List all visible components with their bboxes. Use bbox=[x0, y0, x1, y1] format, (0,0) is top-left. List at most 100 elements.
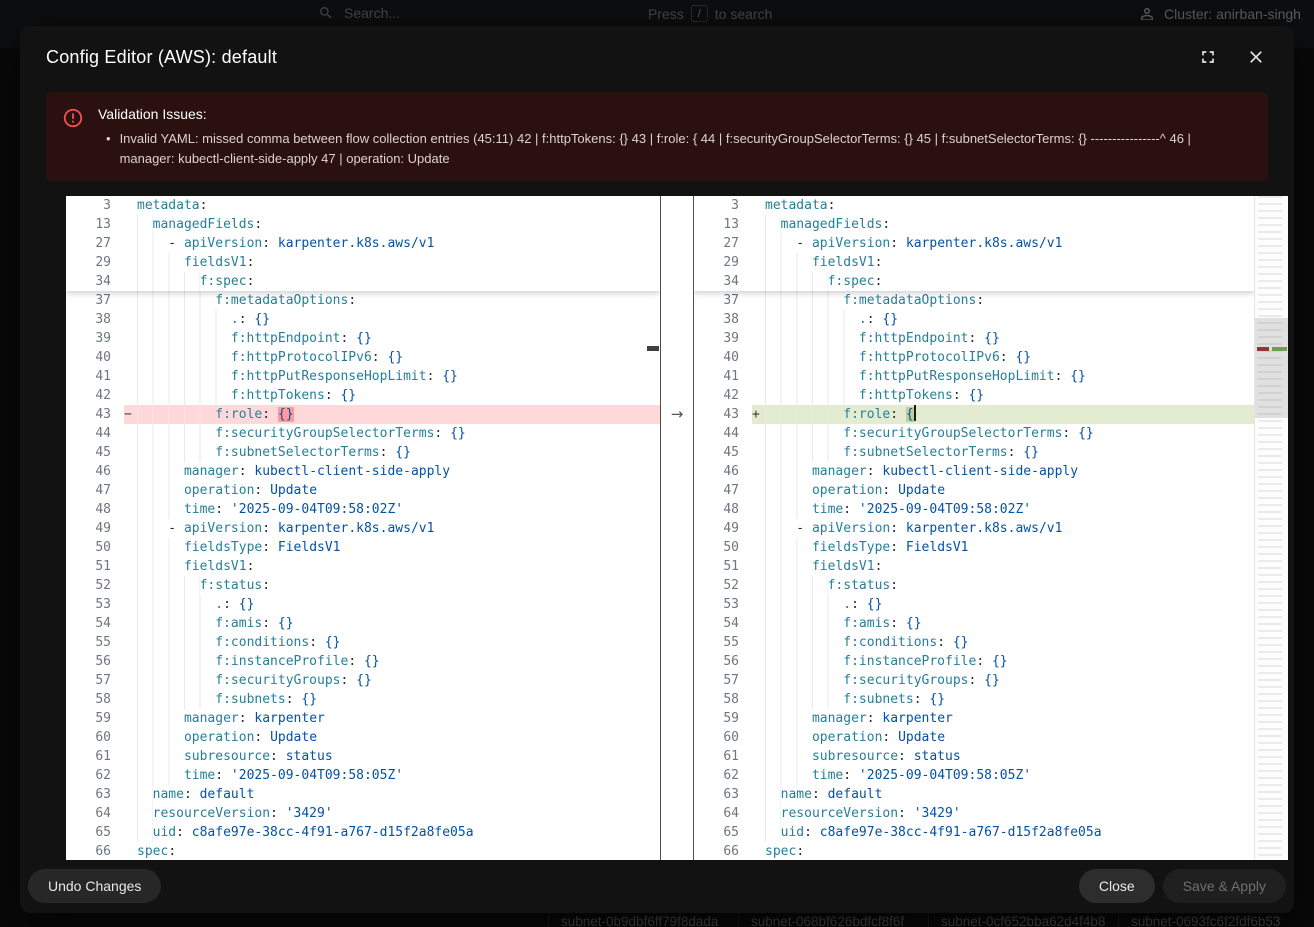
code-line[interactable]: 41 f:httpPutResponseHopLimit: {} bbox=[694, 367, 1254, 386]
code-line[interactable]: 40 f:httpProtocolIPv6: {} bbox=[694, 348, 1254, 367]
code-line[interactable]: 65 uid: c8afe97e-38cc-4f91-a767-d15f2a8f… bbox=[694, 823, 1254, 842]
token: : bbox=[937, 635, 953, 650]
code-line[interactable]: 54 f:amis: {} bbox=[66, 614, 660, 633]
sticky-line[interactable]: 3 metadata: bbox=[66, 196, 660, 215]
code-line[interactable]: 51 fieldsV1: bbox=[694, 557, 1254, 576]
diff-sign bbox=[124, 234, 137, 253]
sticky-line[interactable]: 29 fieldsV1: bbox=[694, 253, 1254, 272]
code-line[interactable]: 59 manager: karpenter bbox=[694, 709, 1254, 728]
code-line[interactable]: 37 f:metadataOptions: bbox=[66, 291, 660, 310]
code-text: - apiVersion: karpenter.k8s.aws/v1 bbox=[137, 234, 434, 253]
code-line[interactable]: 58 f:subnets: {} bbox=[66, 690, 660, 709]
code-line[interactable]: 57 f:securityGroups: {} bbox=[66, 671, 660, 690]
code-line[interactable]: 42 f:httpTokens: {} bbox=[66, 386, 660, 405]
code-line[interactable]: 50 fieldsType: FieldsV1 bbox=[694, 538, 1254, 557]
close-dialog-button[interactable]: Close bbox=[1079, 869, 1155, 903]
token: name bbox=[153, 787, 184, 802]
revert-change-arrow[interactable]: → bbox=[661, 405, 693, 424]
save-apply-button[interactable]: Save & Apply bbox=[1163, 869, 1286, 903]
code-line[interactable]: 49 - apiVersion: karpenter.k8s.aws/v1 bbox=[66, 519, 660, 538]
line-number: 40 bbox=[694, 348, 752, 367]
code-line[interactable]: 58 f:subnets: {} bbox=[694, 690, 1254, 709]
code-line[interactable]: 47 operation: Update bbox=[66, 481, 660, 500]
indent bbox=[765, 367, 859, 386]
code-line[interactable]: 41 f:httpPutResponseHopLimit: {} bbox=[66, 367, 660, 386]
code-line[interactable]: 52 f:status: bbox=[66, 576, 660, 595]
code-line[interactable]: 55 f:conditions: {} bbox=[694, 633, 1254, 652]
token: manager bbox=[184, 464, 239, 479]
code-line[interactable]: 48 time: '2025-09-04T09:58:02Z' bbox=[694, 500, 1254, 519]
minimap-slider[interactable] bbox=[1255, 318, 1288, 418]
close-button[interactable] bbox=[1244, 45, 1268, 69]
sticky-line[interactable]: 13 managedFields: bbox=[66, 215, 660, 234]
code-line[interactable]: 56 f:instanceProfile: {} bbox=[694, 652, 1254, 671]
sticky-line[interactable]: 13 managedFields: bbox=[694, 215, 1254, 234]
indent bbox=[765, 595, 843, 614]
sticky-line[interactable]: 3 metadata: bbox=[694, 196, 1254, 215]
code-line[interactable]: 49 - apiVersion: karpenter.k8s.aws/v1 bbox=[694, 519, 1254, 538]
code-line[interactable]: 53 .: {} bbox=[694, 595, 1254, 614]
code-line[interactable]: 45 f:subnetSelectorTerms: {} bbox=[66, 443, 660, 462]
undo-changes-button[interactable]: Undo Changes bbox=[28, 869, 161, 903]
code-line[interactable]: 39 f:httpEndpoint: {} bbox=[694, 329, 1254, 348]
code-line[interactable]: 43+f:role: { bbox=[694, 405, 1254, 424]
token: f:httpEndpoint bbox=[859, 331, 969, 346]
code-line[interactable]: 60 operation: Update bbox=[66, 728, 660, 747]
code-text: f:securityGroupSelectorTerms: {} bbox=[137, 424, 466, 443]
code-line[interactable]: 43−f:role: {} bbox=[66, 405, 660, 424]
line-number: 47 bbox=[694, 481, 752, 500]
code-line[interactable]: 52 f:status: bbox=[694, 576, 1254, 595]
line-content: managedFields: bbox=[124, 215, 660, 234]
code-line[interactable]: 47 operation: Update bbox=[694, 481, 1254, 500]
code-line[interactable]: 38 .: {} bbox=[694, 310, 1254, 329]
minimap[interactable] bbox=[1254, 196, 1288, 860]
line-content: f:subnets: {} bbox=[752, 690, 1254, 709]
code-line[interactable]: 61 subresource: status bbox=[694, 747, 1254, 766]
code-line[interactable]: 55 f:conditions: {} bbox=[66, 633, 660, 652]
code-line[interactable]: 60 operation: Update bbox=[694, 728, 1254, 747]
code-line[interactable]: 46 manager: kubectl-client-side-apply bbox=[694, 462, 1254, 481]
code-line[interactable]: 64 resourceVersion: '3429' bbox=[66, 804, 660, 823]
code-line[interactable]: 40 f:httpProtocolIPv6: {} bbox=[66, 348, 660, 367]
sticky-line[interactable]: 27 - apiVersion: karpenter.k8s.aws/v1 bbox=[694, 234, 1254, 253]
code-line[interactable]: 62 time: '2025-09-04T09:58:05Z' bbox=[694, 766, 1254, 785]
line-number: 59 bbox=[694, 709, 752, 728]
sticky-line[interactable]: 34 f:spec: bbox=[694, 272, 1254, 291]
code-line[interactable]: 51 fieldsV1: bbox=[66, 557, 660, 576]
code-line[interactable]: 57 f:securityGroups: {} bbox=[694, 671, 1254, 690]
code-text: .: {} bbox=[765, 595, 882, 614]
code-line[interactable]: 66 spec: bbox=[694, 842, 1254, 860]
code-line[interactable]: 66 spec: bbox=[66, 842, 660, 860]
code-line[interactable]: 42 f:httpTokens: {} bbox=[694, 386, 1254, 405]
code-line[interactable]: 45 f:subnetSelectorTerms: {} bbox=[694, 443, 1254, 462]
token: {} bbox=[254, 312, 270, 327]
token: manager bbox=[184, 711, 239, 726]
code-line[interactable]: 56 f:instanceProfile: {} bbox=[66, 652, 660, 671]
code-line[interactable]: 53 .: {} bbox=[66, 595, 660, 614]
code-line[interactable]: 50 fieldsType: FieldsV1 bbox=[66, 538, 660, 557]
code-line[interactable]: 46 manager: kubectl-client-side-apply bbox=[66, 462, 660, 481]
code-line[interactable]: 37 f:metadataOptions: bbox=[694, 291, 1254, 310]
code-line[interactable]: 38 .: {} bbox=[66, 310, 660, 329]
fullscreen-button[interactable] bbox=[1196, 45, 1220, 69]
token: : bbox=[969, 673, 985, 688]
line-content: f:httpTokens: {} bbox=[752, 386, 1254, 405]
sticky-line[interactable]: 27 - apiVersion: karpenter.k8s.aws/v1 bbox=[66, 234, 660, 253]
sticky-line[interactable]: 34 f:spec: bbox=[66, 272, 660, 291]
code-line[interactable]: 63 name: default bbox=[66, 785, 660, 804]
code-line[interactable]: 39 f:httpEndpoint: {} bbox=[66, 329, 660, 348]
code-line[interactable]: 63 name: default bbox=[694, 785, 1254, 804]
token: : bbox=[890, 578, 898, 593]
code-line[interactable]: 61 subresource: status bbox=[66, 747, 660, 766]
token: f:securityGroups bbox=[215, 673, 340, 688]
code-line[interactable]: 44 f:securityGroupSelectorTerms: {} bbox=[66, 424, 660, 443]
code-line[interactable]: 64 resourceVersion: '3429' bbox=[694, 804, 1254, 823]
code-line[interactable]: 48 time: '2025-09-04T09:58:02Z' bbox=[66, 500, 660, 519]
code-line[interactable]: 59 manager: karpenter bbox=[66, 709, 660, 728]
diff-sign bbox=[752, 671, 765, 690]
code-line[interactable]: 44 f:securityGroupSelectorTerms: {} bbox=[694, 424, 1254, 443]
sticky-line[interactable]: 29 fieldsV1: bbox=[66, 253, 660, 272]
code-line[interactable]: 54 f:amis: {} bbox=[694, 614, 1254, 633]
code-line[interactable]: 65 uid: c8afe97e-38cc-4f91-a767-d15f2a8f… bbox=[66, 823, 660, 842]
code-line[interactable]: 62 time: '2025-09-04T09:58:05Z' bbox=[66, 766, 660, 785]
